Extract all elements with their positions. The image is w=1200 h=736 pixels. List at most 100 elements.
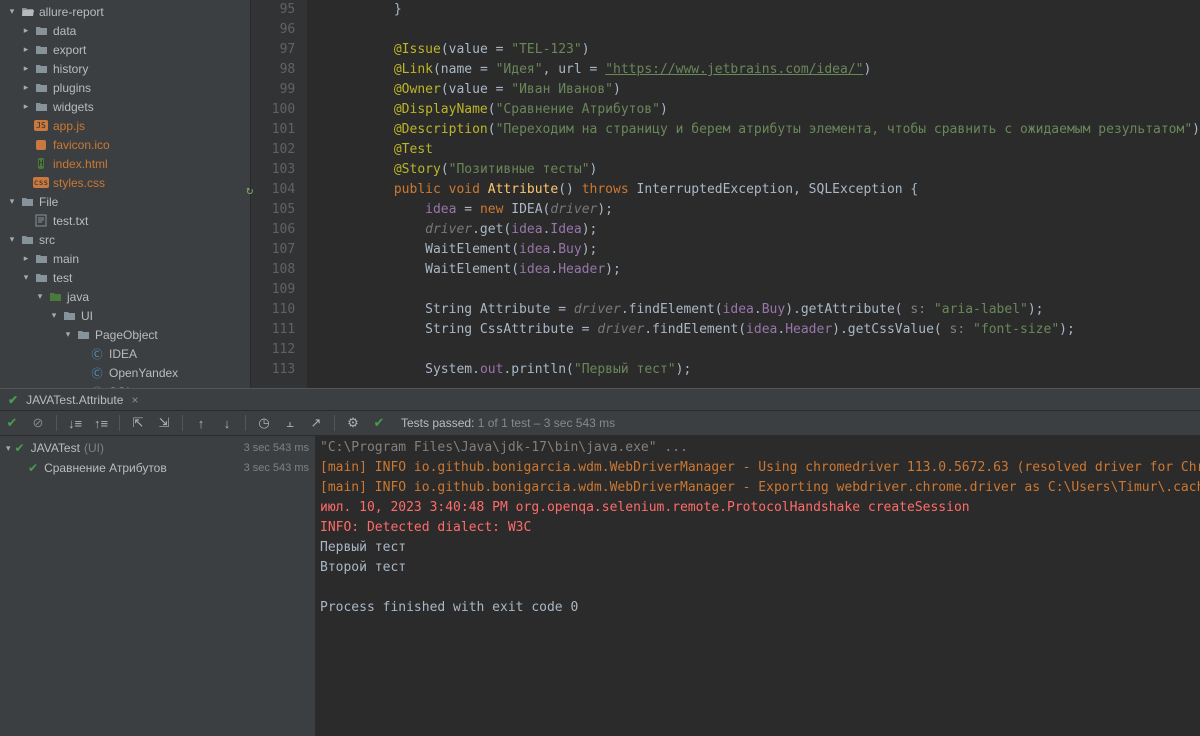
- test-row[interactable]: ▾ ✔JAVATest(UI)3 sec 543 ms: [0, 438, 315, 458]
- code-line[interactable]: @Test: [331, 140, 1200, 160]
- project-tree[interactable]: ▾allure-report▸data▸export▸history▸plugi…: [0, 0, 251, 388]
- line-number: 105: [251, 200, 295, 220]
- run-tab-label[interactable]: JAVATest.Attribute: [26, 393, 123, 407]
- history-icon[interactable]: ◷: [256, 415, 272, 431]
- code-line[interactable]: [331, 340, 1200, 360]
- code-line[interactable]: public void Attribute() throws Interrupt…: [331, 180, 1200, 200]
- test-duration: 3 sec 543 ms: [244, 462, 309, 474]
- code-line[interactable]: WaitElement(idea.Buy);: [331, 240, 1200, 260]
- tree-item-history[interactable]: ▸history: [0, 59, 250, 78]
- chevron-icon[interactable]: ▾: [20, 272, 32, 283]
- code-line[interactable]: System.out.println("Первый тест");: [331, 360, 1200, 380]
- rerun-pass-icon[interactable]: ✔: [4, 415, 20, 431]
- tree-item-test[interactable]: ▾ test: [0, 268, 250, 287]
- code-line[interactable]: idea = new IDEA(driver);: [331, 200, 1200, 220]
- tree-item-label: java: [67, 290, 89, 304]
- folder-closed-icon: [20, 233, 34, 247]
- code-line[interactable]: @DisplayName("Сравнение Атрибутов"): [331, 100, 1200, 120]
- code-line[interactable]: [331, 280, 1200, 300]
- chevron-icon[interactable]: ▾: [6, 6, 18, 17]
- chevron-icon[interactable]: ▾: [6, 196, 18, 207]
- code-line[interactable]: [331, 20, 1200, 40]
- code-line[interactable]: String CssAttribute = driver.findElement…: [331, 320, 1200, 340]
- stop-icon[interactable]: ⊘: [30, 415, 46, 431]
- chevron-icon[interactable]: ▸: [20, 25, 32, 36]
- separator: [119, 415, 120, 431]
- line-number: 109: [251, 280, 295, 300]
- tree-item-main[interactable]: ▸main: [0, 249, 250, 268]
- sort-failed-icon[interactable]: ↑≡: [93, 415, 109, 431]
- folder-closed-icon: [34, 81, 48, 95]
- chevron-icon[interactable]: ▾: [34, 291, 46, 302]
- tree-item-export[interactable]: ▸export: [0, 40, 250, 59]
- test-results-tree[interactable]: ▾ ✔JAVATest(UI)3 sec 543 ms✔Сравнение Ат…: [0, 436, 316, 736]
- code-editor[interactable]: 9596979899100101102103104↻10510610710810…: [251, 0, 1200, 388]
- tree-item-file[interactable]: ▾File: [0, 192, 250, 211]
- tree-item-index-html[interactable]: Hindex.html: [0, 154, 250, 173]
- code-line[interactable]: WaitElement(idea.Header);: [331, 260, 1200, 280]
- tree-item-openyandex[interactable]: ⒸOpenYandex: [0, 363, 250, 382]
- test-suffix: (UI): [84, 441, 104, 455]
- folder-closed-icon: [34, 271, 48, 285]
- expand-all-icon[interactable]: ⇱: [130, 415, 146, 431]
- tree-item-styles-css[interactable]: cssstyles.css: [0, 173, 250, 192]
- code-line[interactable]: @Description("Переходим на страницу и бе…: [331, 120, 1200, 140]
- prev-icon[interactable]: ↑: [193, 415, 209, 431]
- tree-item-favicon-ico[interactable]: favicon.ico: [0, 135, 250, 154]
- chevron-icon[interactable]: ▾: [62, 329, 74, 340]
- chevron-icon[interactable]: ▸: [20, 101, 32, 112]
- chevron-icon[interactable]: ▸: [20, 82, 32, 93]
- code-line[interactable]: driver.get(idea.Idea);: [331, 220, 1200, 240]
- tree-item-idea[interactable]: ⒸIDEA: [0, 344, 250, 363]
- console-line: [main] INFO io.github.bonigarcia.wdm.Web…: [320, 478, 1196, 498]
- test-row[interactable]: ✔Сравнение Атрибутов3 sec 543 ms: [0, 458, 315, 478]
- chevron-icon[interactable]: ▾: [48, 310, 60, 321]
- line-number: 97: [251, 40, 295, 60]
- tree-item-label: widgets: [53, 100, 94, 114]
- chevron-icon[interactable]: ▸: [20, 44, 32, 55]
- test-duration: 3 sec 543 ms: [244, 442, 309, 454]
- editor-code[interactable]: } @Issue(value = "TEL-123") @Link(name =…: [307, 0, 1200, 388]
- line-number: 112: [251, 340, 295, 360]
- file-ico-icon: [34, 138, 48, 152]
- settings-icon[interactable]: ⚙: [345, 415, 361, 431]
- next-icon[interactable]: ↓: [219, 415, 235, 431]
- tree-item-ui[interactable]: ▾UI: [0, 306, 250, 325]
- tree-item-java[interactable]: ▾ java: [0, 287, 250, 306]
- sort-passed-icon[interactable]: ↓≡: [67, 415, 83, 431]
- folder-closed-icon: [34, 252, 48, 266]
- test-name: JAVATest: [31, 441, 80, 455]
- tree-item-label: test: [53, 271, 72, 285]
- folder-closed-icon: [76, 328, 90, 342]
- tree-item-plugins[interactable]: ▸plugins: [0, 78, 250, 97]
- code-line[interactable]: @Link(name = "Идея", url = "https://www.…: [331, 60, 1200, 80]
- code-line[interactable]: @Issue(value = "TEL-123"): [331, 40, 1200, 60]
- tree-item-widgets[interactable]: ▸ widgets: [0, 97, 250, 116]
- close-icon[interactable]: ×: [131, 393, 138, 407]
- chevron-icon[interactable]: ▸: [20, 253, 32, 264]
- code-line[interactable]: String Attribute = driver.findElement(id…: [331, 300, 1200, 320]
- file-css-icon: css: [34, 176, 48, 190]
- line-number: 108: [251, 260, 295, 280]
- tree-item-src[interactable]: ▾ src: [0, 230, 250, 249]
- chevron-icon[interactable]: ▾: [6, 234, 18, 245]
- tree-item-allure-report[interactable]: ▾allure-report: [0, 2, 250, 21]
- tree-item-pageobject[interactable]: ▾PageObject: [0, 325, 250, 344]
- tree-item-app-js[interactable]: JSapp.js: [0, 116, 250, 135]
- tree-item-test-txt[interactable]: test.txt: [0, 211, 250, 230]
- code-line[interactable]: }: [331, 0, 1200, 20]
- tree-item-label: src: [39, 233, 55, 247]
- separator: [56, 415, 57, 431]
- export-icon[interactable]: ↗: [308, 415, 324, 431]
- folder-closed-icon: [20, 195, 34, 209]
- collapse-all-icon[interactable]: ⇲: [156, 415, 172, 431]
- code-line[interactable]: @Story("Позитивные тесты"): [331, 160, 1200, 180]
- run-gutter-icon[interactable]: ↻: [246, 180, 253, 200]
- chevron-icon[interactable]: ▾: [6, 443, 11, 454]
- console-output[interactable]: "C:\Program Files\Java\jdk-17\bin\java.e…: [316, 436, 1200, 736]
- chevron-icon[interactable]: ▸: [20, 63, 32, 74]
- stats-icon[interactable]: ⫠: [282, 415, 298, 431]
- tree-item-data[interactable]: ▸data: [0, 21, 250, 40]
- code-line[interactable]: @Owner(value = "Иван Иванов"): [331, 80, 1200, 100]
- folder-closed-icon: [34, 62, 48, 76]
